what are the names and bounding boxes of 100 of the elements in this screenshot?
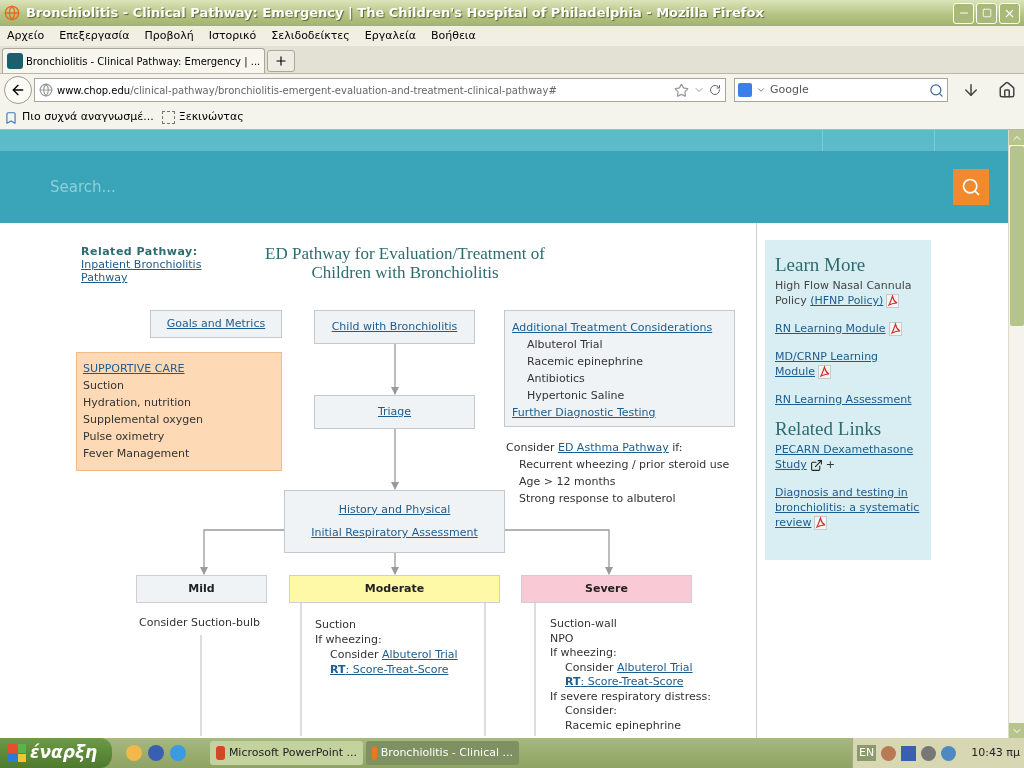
pathway-link[interactable]: RT: Score-Treat-Score <box>565 675 684 688</box>
browser-tab[interactable]: Bronchiolitis - Clinical Pathway: Emergency | ... <box>2 48 266 73</box>
search-engine-field[interactable]: Google <box>734 78 948 102</box>
resource-link[interactable]: PECARN Dexamethasone Study + <box>775 442 921 472</box>
goals-link[interactable]: Goals and Metrics <box>166 315 266 333</box>
bookmark-item[interactable]: Πιο συχνά αναγνωσμέ... <box>4 109 154 126</box>
quick-launch-icon[interactable] <box>148 745 164 761</box>
body-text: Consider Albuterol Trial <box>565 660 693 674</box>
pathway-link[interactable]: Albuterol Trial <box>616 660 693 674</box>
minimize-button[interactable] <box>953 2 974 24</box>
resource-link[interactable]: RN Learning Module <box>775 321 921 336</box>
tray-icon[interactable] <box>941 745 957 761</box>
clock: 10:43 πμ <box>971 744 1020 761</box>
maximize-icon <box>981 8 992 18</box>
window-title: Bronchiolitis - Clinical Pathway: Emergency | The Children's Hospital of Philadelphia - Mozilla Firefox <box>26 4 764 23</box>
criteria-item: Age > 12 months <box>518 474 617 490</box>
search-input[interactable]: Google <box>770 81 925 99</box>
care-item: Fever Management <box>83 446 191 462</box>
back-button[interactable] <box>4 76 32 104</box>
connector-arrow <box>391 552 399 575</box>
treatment-item: Racemic epinephrine <box>526 354 645 370</box>
assessment-link[interactable]: Initial Respiratory Assessment <box>311 525 478 542</box>
pdf-icon <box>818 365 831 379</box>
site-favicon-icon <box>7 53 23 69</box>
care-item: Supplemental oxygen <box>83 412 204 428</box>
search-icon[interactable] <box>929 82 944 98</box>
pathway-link[interactable]: RT: Score-Treat-Score <box>330 663 449 676</box>
quick-launch-icon[interactable] <box>126 745 142 761</box>
search-button[interactable] <box>953 169 989 205</box>
body-text: Consider: <box>565 704 617 717</box>
menu-item[interactable]: Ιστορικό <box>208 27 257 45</box>
pathway-title: ED Pathway for Evaluation/Treatment of <box>264 244 546 263</box>
maximize-button[interactable] <box>976 2 997 24</box>
related-pathway-link[interactable]: Inpatient Bronchiolitis Pathway <box>81 258 221 284</box>
menu-item[interactable]: Σελιδοδείκτες <box>271 27 350 45</box>
bookmark-icon <box>4 110 18 125</box>
resource-link[interactable]: RN Learning Assessment <box>775 392 921 407</box>
sidebar-text: High Flow Nasal Cannula Policy (HFNP Policy) <box>775 278 913 308</box>
body-text: If severe respiratory distress: <box>550 689 711 703</box>
new-tab-button[interactable] <box>267 50 296 72</box>
menu-item[interactable]: Εργαλεία <box>364 27 416 45</box>
windows-logo-icon <box>8 744 26 762</box>
body-text: Suction <box>315 618 357 631</box>
asthma-pathway-link[interactable]: ED Asthma Pathway <box>557 441 669 454</box>
diagnostic-testing-link[interactable]: Further Diagnostic Testing <box>512 404 727 421</box>
connector-arrow <box>391 343 399 395</box>
criteria-item: Strong response to albuterol <box>518 491 677 507</box>
bookmark-star-icon[interactable] <box>674 82 689 98</box>
tray-icon[interactable] <box>881 745 897 761</box>
search-input[interactable]: Search... <box>50 175 953 199</box>
care-item: Suction <box>83 378 126 394</box>
care-item: Pulse oximetry <box>83 429 166 445</box>
sidebar-heading: Learn More <box>775 254 867 276</box>
care-item: Hydration, nutrition <box>83 395 192 411</box>
resource-link[interactable]: (HFNP Policy) <box>810 294 884 307</box>
pathway-title: Children with Bronchiolitis <box>310 263 500 282</box>
pdf-icon <box>888 322 902 336</box>
body-text: NPO <box>550 631 574 645</box>
taskbar-button[interactable]: Microsoft PowerPoint ... <box>210 741 363 765</box>
external-link-icon <box>809 458 823 472</box>
scroll-up-icon[interactable] <box>1009 130 1024 145</box>
supportive-care-link[interactable]: SUPPORTIVE CARE <box>83 360 275 377</box>
dropdown-icon[interactable] <box>756 85 766 95</box>
scroll-down-icon[interactable] <box>1009 723 1024 738</box>
reload-icon[interactable] <box>709 84 721 96</box>
tray-icon[interactable] <box>921 745 937 761</box>
body-text: If wheezing: <box>550 646 617 659</box>
scrollbar-thumb[interactable] <box>1009 146 1024 326</box>
start-button[interactable]: έναρξη <box>0 738 112 768</box>
connector-arrow <box>391 428 399 490</box>
home-icon[interactable] <box>998 81 1016 99</box>
pdf-icon <box>886 294 900 308</box>
additional-treatment-link[interactable]: Additional Treatment Considerations <box>512 319 727 336</box>
search-icon <box>961 177 981 197</box>
resource-link[interactable]: Diagnosis and testing in bronchiolitis: a systematic review <box>775 485 921 530</box>
menu-item[interactable]: Αρχείο <box>7 27 45 45</box>
address-field[interactable]: www.chop.edu/clinical-pathway/bronchiolitis-emergent-evaluation-and-treatment-clinical-pathway# <box>34 78 726 102</box>
menu-item[interactable]: Επεξεργασία <box>59 27 130 45</box>
plus-icon <box>274 54 289 68</box>
bookmark-item[interactable]: Ξεκινώντας <box>161 109 244 126</box>
menu-item[interactable]: Προβολή <box>144 27 194 45</box>
scrollbar[interactable] <box>1008 130 1024 738</box>
assessment-link[interactable]: History and Physical <box>338 501 451 518</box>
menu-item[interactable]: Βοήθεια <box>430 27 476 45</box>
body-text: Racemic epinephrine <box>565 718 682 732</box>
resource-link[interactable]: MD/CRNP Learning Module <box>775 349 921 379</box>
tray-icon[interactable] <box>901 745 917 761</box>
criteria-item: Recurrent wheezing / prior steroid use <box>518 457 730 473</box>
download-icon[interactable] <box>962 81 980 99</box>
close-button[interactable] <box>999 2 1020 24</box>
folder-outline-icon <box>161 111 175 124</box>
start-link[interactable]: Child with Bronchiolitis <box>331 318 458 336</box>
severity-header: Severe <box>521 575 692 603</box>
treatment-item: Albuterol Trial <box>526 337 604 353</box>
triage-link[interactable]: Triage <box>377 403 412 421</box>
asthma-note: Consider ED Asthma Pathway if: <box>506 440 684 456</box>
quick-launch-icon[interactable] <box>170 745 186 761</box>
body-text: Suction-wall <box>550 617 617 630</box>
pathway-link[interactable]: Albuterol Trial <box>381 648 458 661</box>
globe-icon <box>39 83 53 97</box>
